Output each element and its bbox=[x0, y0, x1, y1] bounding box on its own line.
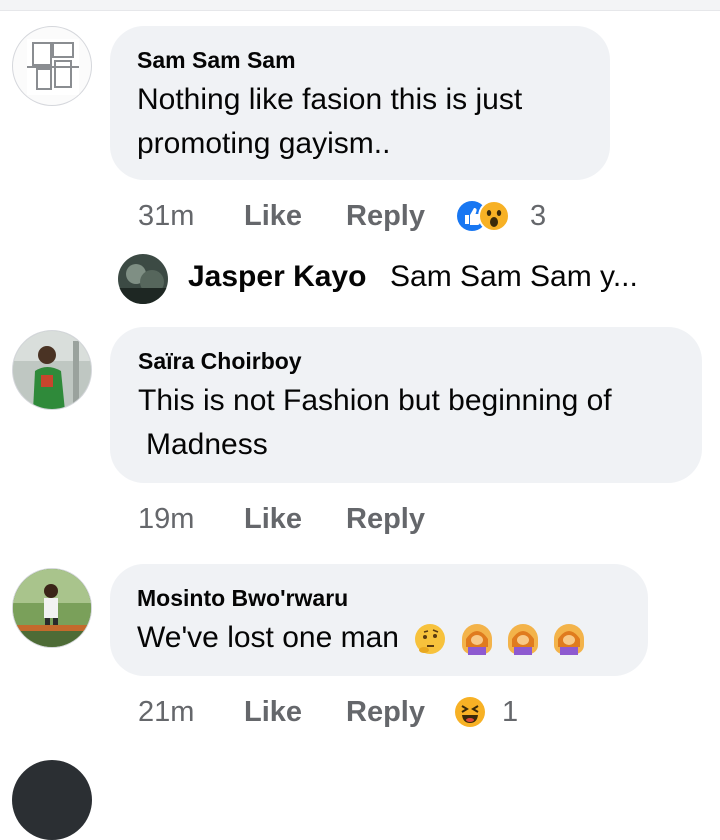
comment-time: 21m bbox=[138, 696, 195, 728]
reply-button[interactable]: Reply bbox=[346, 692, 425, 732]
avatar-image bbox=[13, 569, 91, 647]
comment-text: We've lost one man bbox=[137, 616, 622, 660]
comment-actions: 31m Like Reply 3 bbox=[138, 196, 698, 236]
comment-text: This is not Fashion but beginning of Mad… bbox=[138, 384, 612, 461]
comment-time: 31m bbox=[138, 200, 195, 232]
comment-actions: 21m Like Reply 1 bbox=[138, 692, 558, 732]
like-button[interactable]: Like bbox=[244, 499, 302, 539]
avatar[interactable] bbox=[12, 568, 92, 648]
comment-author[interactable]: Mosinto Bwo'rwaru bbox=[137, 584, 622, 612]
reply-button[interactable]: Reply bbox=[346, 499, 425, 539]
facepalm-emoji-icon bbox=[508, 624, 539, 656]
comment-author[interactable]: Sam Sam Sam bbox=[137, 46, 584, 74]
comment-bubble: Saïra Choirboy This is not Fashion but b… bbox=[110, 327, 702, 483]
thinking-face-emoji-icon bbox=[415, 624, 446, 655]
avatar-image bbox=[27, 39, 79, 95]
facepalm-emoji-icon bbox=[461, 624, 492, 656]
comment-text: Nothing like fasion this is just promoti… bbox=[137, 83, 523, 160]
comment-bubble: Mosinto Bwo'rwaru We've lost one man bbox=[110, 564, 648, 676]
avatar-image bbox=[13, 331, 91, 409]
reply-button[interactable]: Reply bbox=[346, 196, 425, 236]
reply-preview-row[interactable]: Jasper Kayo Sam Sam Sam y... bbox=[118, 254, 678, 310]
wow-reaction-icon[interactable] bbox=[478, 200, 510, 232]
comment-actions: 19m Like Reply bbox=[138, 499, 538, 539]
reply-author[interactable]: Jasper Kayo bbox=[188, 260, 366, 294]
facepalm-emoji-icon bbox=[554, 624, 585, 656]
reply-avatar[interactable] bbox=[118, 254, 168, 304]
comment-time: 19m bbox=[138, 503, 195, 535]
comment-author[interactable]: Saïra Choirboy bbox=[138, 347, 676, 375]
avatar[interactable] bbox=[12, 26, 92, 106]
avatar[interactable] bbox=[12, 760, 92, 840]
reaction-count[interactable]: 1 bbox=[502, 692, 518, 732]
reply-text-preview[interactable]: Sam Sam Sam y... bbox=[390, 260, 638, 294]
reaction-count[interactable]: 3 bbox=[530, 196, 546, 236]
like-button[interactable]: Like bbox=[244, 196, 302, 236]
like-button[interactable]: Like bbox=[244, 692, 302, 732]
top-divider bbox=[0, 0, 720, 11]
comment-bubble: Sam Sam Sam Nothing like fasion this is … bbox=[110, 26, 610, 180]
haha-reaction-icon[interactable] bbox=[454, 696, 486, 728]
avatar[interactable] bbox=[12, 330, 92, 410]
reply-avatar-image bbox=[118, 254, 168, 304]
